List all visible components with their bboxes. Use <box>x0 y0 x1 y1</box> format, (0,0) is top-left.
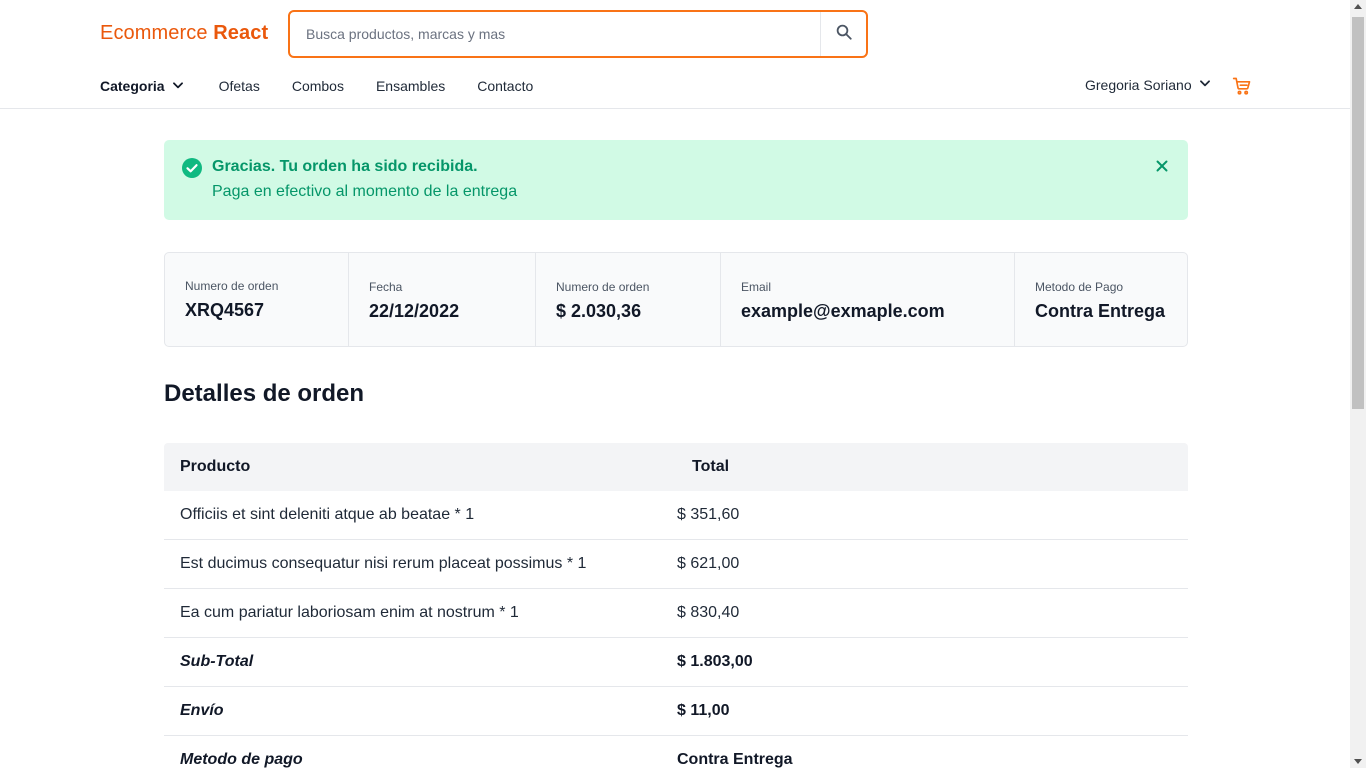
search-icon <box>835 23 853 46</box>
product-total: $ 830,40 <box>677 604 740 621</box>
order-summary: Numero de orden XRQ4567 Fecha 22/12/2022… <box>164 252 1188 347</box>
product-name: Officiis et sint deleniti atque ab beata… <box>180 506 475 523</box>
summary-value: $ 2.030,36 <box>556 301 642 321</box>
payment-method-value: Contra Entrega <box>677 751 793 768</box>
column-header-total: Total <box>692 458 730 475</box>
subtotal-label: Sub-Total <box>180 653 254 670</box>
shipping-label: Envío <box>180 702 224 719</box>
order-details-table: Producto Total Officiis et sint deleniti… <box>164 443 1188 768</box>
search-input[interactable] <box>290 12 822 56</box>
cart-icon <box>1232 77 1252 100</box>
chevron-down-icon <box>1192 76 1212 93</box>
product-total: $ 351,60 <box>677 506 740 523</box>
logo[interactable]: Ecommerce React <box>100 22 268 45</box>
summary-value: Contra Entrega <box>1035 301 1166 321</box>
cart-button[interactable] <box>1232 76 1252 101</box>
subtotal-row: Sub-Total $ 1.803,00 <box>164 638 1188 687</box>
shipping-row: Envío $ 11,00 <box>164 687 1188 736</box>
subtotal-value: $ 1.803,00 <box>677 653 753 670</box>
scroll-up-arrow-icon[interactable] <box>1354 4 1362 9</box>
payment-method-row: Metodo de pago Contra Entrega <box>164 736 1188 768</box>
table-row: Ea cum pariatur laboriosam enim at nostr… <box>164 589 1188 638</box>
product-name: Ea cum pariatur laboriosam enim at nostr… <box>180 604 519 621</box>
alert-message: Paga en efectivo al momento de la entreg… <box>212 183 518 200</box>
close-icon[interactable] <box>1153 157 1171 180</box>
table-row: Officiis et sint deleniti atque ab beata… <box>164 491 1188 540</box>
nav-link-ensambles[interactable]: Ensambles <box>376 78 445 94</box>
shipping-value: $ 11,00 <box>677 702 730 719</box>
alert-title: Gracias. Tu orden ha sido recibida. <box>212 158 478 175</box>
logo-text: Ecommerce <box>100 22 214 44</box>
product-total: $ 621,00 <box>677 555 740 572</box>
order-success-alert <box>164 140 1188 220</box>
column-header-producto: Producto <box>180 458 251 475</box>
nav-categoria-dropdown[interactable]: Categoria <box>100 78 185 95</box>
summary-order-number: Numero de orden XRQ4567 <box>165 253 349 346</box>
summary-label: Fecha <box>369 280 403 294</box>
summary-value: example@exmaple.com <box>741 301 945 321</box>
nav-categoria-label: Categoria <box>100 78 165 94</box>
nav-link-ofetas[interactable]: Ofetas <box>219 78 260 94</box>
summary-total: Numero de orden $ 2.030,36 <box>536 253 721 346</box>
table-header: Producto Total <box>164 443 1188 491</box>
summary-label: Metodo de Pago <box>1035 280 1124 294</box>
scrollbar-thumb[interactable] <box>1352 17 1364 409</box>
summary-payment-method: Metodo de Pago Contra Entrega <box>1015 253 1187 346</box>
payment-method-label: Metodo de pago <box>180 751 303 768</box>
search-bar <box>288 10 868 58</box>
table-row: Est ducimus consequatur nisi rerum place… <box>164 540 1188 589</box>
page-scrollbar[interactable] <box>1350 0 1366 768</box>
chevron-down-icon <box>165 78 185 95</box>
summary-email: Email example@exmaple.com <box>721 253 1015 346</box>
summary-label: Numero de orden <box>185 279 279 293</box>
main-nav: Categoria Ofetas Combos Ensambles Contac… <box>100 76 565 96</box>
logo-text-bold: React <box>213 22 269 44</box>
scroll-down-arrow-icon[interactable] <box>1354 759 1362 764</box>
product-name: Est ducimus consequatur nisi rerum place… <box>180 555 587 572</box>
summary-date: Fecha 22/12/2022 <box>349 253 536 346</box>
details-title: Detalles de orden <box>164 380 365 407</box>
site-header: Ecommerce React Categoria Ofetas Combos … <box>0 0 1350 109</box>
summary-label: Numero de orden <box>556 280 650 294</box>
user-menu[interactable]: Gregoria Soriano <box>1085 76 1212 93</box>
summary-label: Email <box>741 280 772 294</box>
search-button[interactable] <box>820 12 866 56</box>
nav-link-combos[interactable]: Combos <box>292 78 344 94</box>
check-circle-icon <box>182 158 202 183</box>
user-name: Gregoria Soriano <box>1085 76 1192 93</box>
nav-link-contacto[interactable]: Contacto <box>477 78 533 94</box>
summary-value: 22/12/2022 <box>369 301 460 321</box>
summary-value: XRQ4567 <box>185 300 265 320</box>
